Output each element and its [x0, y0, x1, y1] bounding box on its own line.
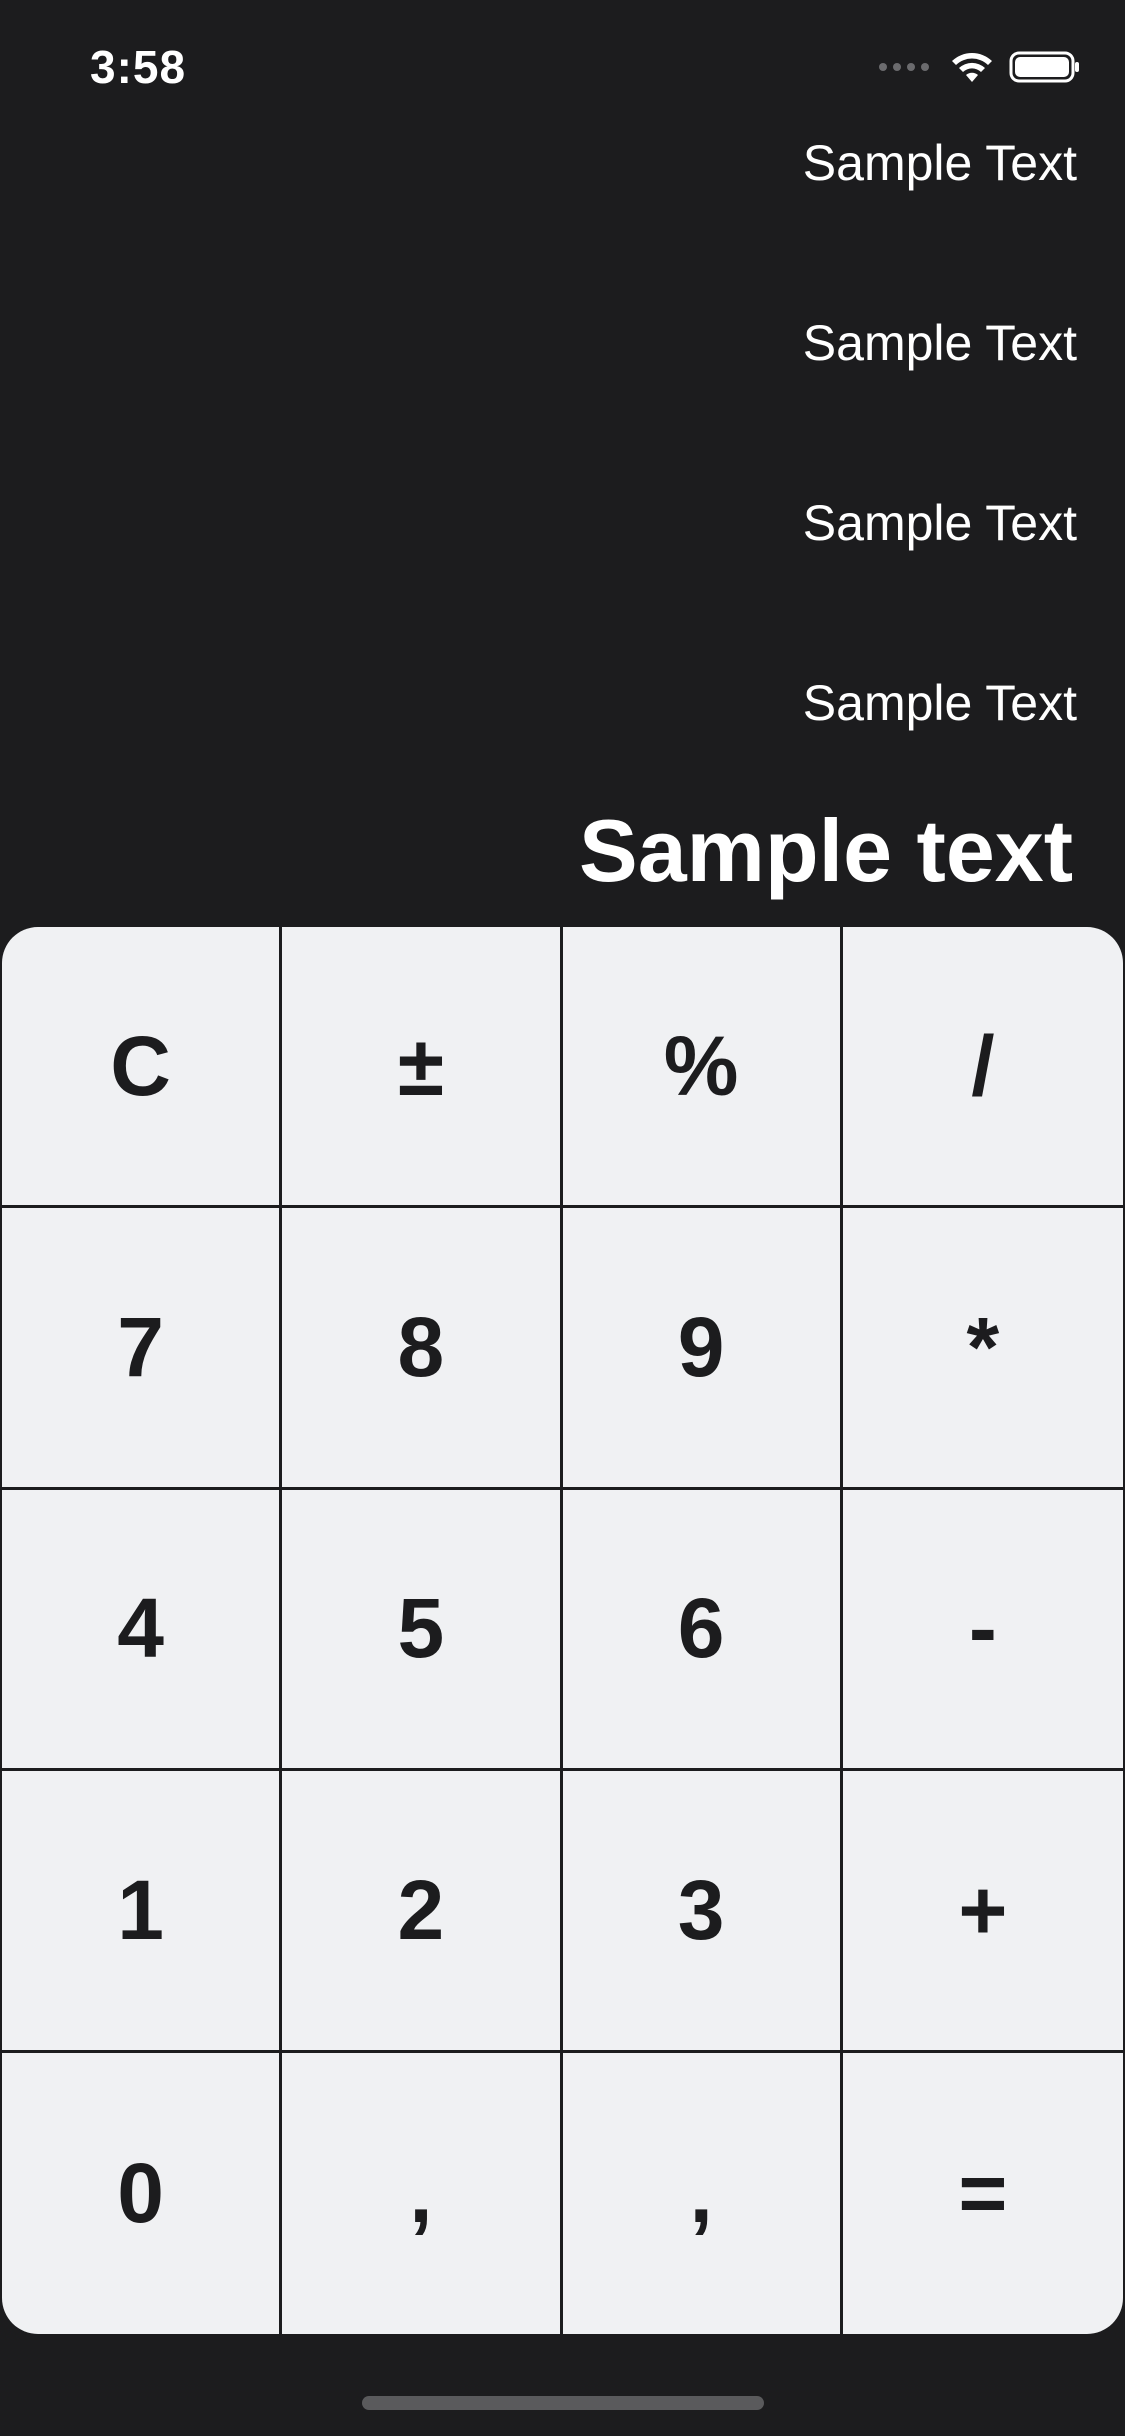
digit-9-button[interactable]: 9 [562, 1208, 843, 1490]
plus-minus-button[interactable]: ± [282, 927, 563, 1209]
multiply-button[interactable]: * [842, 1208, 1123, 1490]
add-button[interactable]: + [842, 1771, 1123, 2053]
result-display: Sample text [579, 801, 1073, 900]
cellular-signal-icon [879, 63, 929, 71]
calculator-screen: 3:58 Sample Text Sample Text Sample Text… [0, 0, 1125, 2436]
wifi-icon [952, 53, 992, 82]
digit-1-button[interactable]: 1 [2, 1771, 283, 2053]
percent-button[interactable]: % [562, 927, 843, 1209]
status-time: 3:58 [90, 41, 187, 93]
clear-button[interactable]: C [2, 927, 283, 1209]
history-line: Sample Text [802, 495, 1077, 551]
comma-button[interactable]: , [282, 2052, 563, 2334]
digit-5-button[interactable]: 5 [282, 1489, 563, 1772]
digit-8-button[interactable]: 8 [282, 1208, 563, 1490]
digit-0-button[interactable]: 0 [2, 2052, 283, 2334]
subtract-button[interactable]: - [842, 1490, 1123, 1772]
digit-6-button[interactable]: 6 [562, 1489, 843, 1772]
battery-icon [1009, 51, 1079, 83]
comma-button-2[interactable]: , [563, 2052, 843, 2334]
digit-4-button[interactable]: 4 [2, 1489, 283, 1772]
keypad: C ±%/7 8 9 * 4 5 6-1 2 3 +0,, = [2, 927, 1123, 2334]
digit-7-button[interactable]: 7 [2, 1208, 283, 1490]
home-indicator[interactable] [362, 2396, 764, 2410]
equals-button[interactable]: = [843, 2053, 1123, 2334]
digit-2-button[interactable]: 2 [282, 1771, 563, 2053]
divide-button[interactable]: / [842, 927, 1123, 1209]
status-icons [879, 50, 1081, 84]
digit-3-button[interactable]: 3 [562, 1771, 843, 2053]
history-line: Sample Text [802, 315, 1077, 371]
history-line: Sample Text [802, 675, 1077, 731]
history-line: Sample Text [802, 135, 1077, 191]
